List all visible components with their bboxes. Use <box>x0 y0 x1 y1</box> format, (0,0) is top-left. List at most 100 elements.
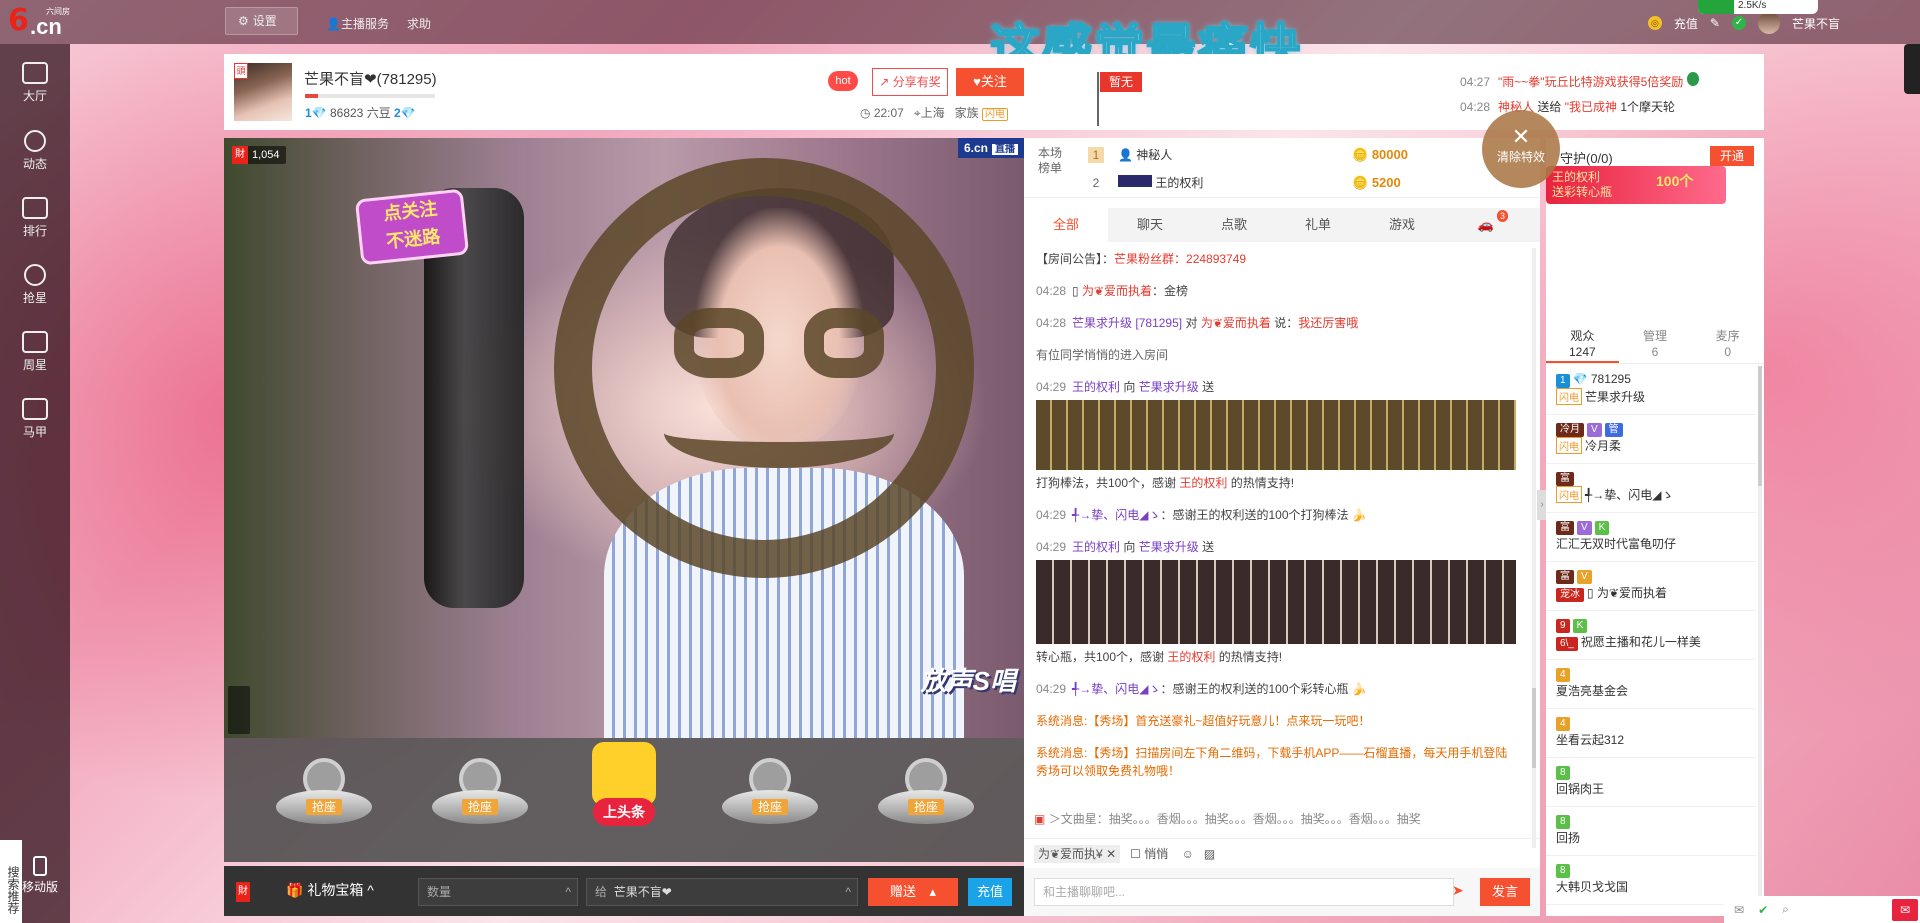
tab-admins[interactable]: 管理 6 <box>1619 324 1692 363</box>
chat-panel: 本场榜单 1 👤 神秘人 🪙 80000 2 王的权利 🪙 5200 ✕ 清除特效 全部… <box>1024 110 1560 916</box>
site-logo[interactable]: 6 .cn 六间房 <box>8 6 70 40</box>
audience-item[interactable]: 4 夏浩亮基金会 <box>1546 660 1756 709</box>
quantity-input[interactable]: 数量 ^ <box>418 878 578 906</box>
user-badges: 8 <box>1556 813 1756 829</box>
seat-slot[interactable]: 抢座 <box>432 752 528 848</box>
sidebar-item-star[interactable]: 抢星 <box>0 256 70 316</box>
msg-user[interactable]: 王的权利 <box>1072 380 1120 394</box>
sidebar-item-vest[interactable]: 马甲 <box>0 390 70 450</box>
audience-item[interactable]: 富闪电 ╃→挚、闪电◢ゝ <box>1546 464 1756 513</box>
video-logo-text: 6.cn <box>963 141 988 155</box>
msg-user[interactable]: 王的权利 <box>1072 540 1120 554</box>
chevron-up-icon: ^ <box>367 882 374 898</box>
audience-item[interactable]: 富 V 宠冰 ▯ 为❦爱而执着 <box>1546 562 1756 611</box>
flash-badge: 闪电 <box>1556 486 1582 503</box>
msg-target[interactable]: 芒果求升级 <box>1139 540 1199 554</box>
follow-button[interactable]: ♥关注 <box>956 68 1024 96</box>
search-icon[interactable]: ⌕ <box>1782 902 1789 917</box>
seat-slot[interactable]: 抢座 <box>878 752 974 848</box>
emoji-icon[interactable]: ☺ <box>1182 847 1194 861</box>
close-icon[interactable]: ✕ <box>1106 847 1116 861</box>
audience-item[interactable]: 9 K 6\_ 祝愿主播和花儿一样美 <box>1546 611 1756 660</box>
recipient-select[interactable]: 给 芒果不盲❤ ^ <box>586 878 858 906</box>
mail-icon[interactable]: ✉ <box>1734 903 1744 917</box>
clear-effects-button[interactable]: ✕ 清除特效 <box>1482 110 1560 188</box>
top-bar: 6 .cn 六间房 ⚙ 设置 👤主播服务 求助 这感觉最痛快 ◎ 充值 ✎ ✓ 芒… <box>0 0 1920 78</box>
user-name: 祝愿主播和花儿一样美 <box>1580 635 1701 649</box>
seat-slot[interactable]: 抢座 <box>276 752 372 848</box>
recharge-link[interactable]: 充值 <box>1674 15 1698 32</box>
audience-scrollbar[interactable] <box>1758 366 1762 916</box>
chat-scroll-thumb[interactable] <box>1532 688 1536 768</box>
mobile-version-button[interactable]: 移动版 <box>22 856 58 898</box>
rank-row[interactable]: 1 👤 神秘人 🪙 80000 <box>1088 142 1538 168</box>
send-plane-icon[interactable]: ➤ <box>1452 882 1464 899</box>
audience-item[interactable]: 4 坐看云起312 <box>1546 709 1756 758</box>
search-recommend[interactable]: 搜索推荐 <box>0 840 22 923</box>
flash-tag[interactable]: 闪电 <box>982 108 1009 121</box>
chat-input[interactable]: 和主播聊聊吧... <box>1034 878 1454 906</box>
family-label: 家族 <box>954 106 979 120</box>
seat-label: 抢座 <box>907 799 944 815</box>
msg-user[interactable]: 芒果求升级 <box>1072 316 1132 330</box>
user-name[interactable]: 芒果不盲 <box>1792 15 1840 32</box>
rank-row[interactable]: 2 王的权利 🪙 5200 <box>1088 170 1538 196</box>
message-icon[interactable]: ✉ <box>1892 898 1918 921</box>
target-chip[interactable]: 为❦爱而执¥ ✕ <box>1034 845 1121 863</box>
sidebar-item-hall[interactable]: 大厅 <box>0 54 70 114</box>
msg-target[interactable]: 为❦爱而执着 <box>1201 316 1271 330</box>
live-video[interactable]: 点关注 不迷路 財 1,054 6.cn 直播 放声S唱 <box>224 138 1024 738</box>
pin-flag[interactable]: 暂无 <box>1100 72 1142 92</box>
tab-car[interactable]: 🚗 3 <box>1444 208 1528 242</box>
msg-user[interactable]: 为❦爱而执着 <box>1082 284 1152 298</box>
verified-icon: ✓ <box>1731 16 1746 30</box>
audience-item[interactable]: 8 回锅肉王 <box>1546 758 1756 807</box>
host-service-link[interactable]: 👤主播服务 <box>326 15 389 32</box>
chat-tabs: 全部 聊天 点歌 礼单 游戏 🚗 3 <box>1024 208 1540 242</box>
tab-all[interactable]: 全部 <box>1024 208 1108 242</box>
wealth-icon[interactable]: 財 <box>236 882 250 902</box>
image-icon[interactable]: ▨ <box>1204 847 1215 861</box>
edit-icon[interactable]: ✎ <box>1710 16 1720 30</box>
check-icon[interactable]: ✔ <box>1758 903 1768 917</box>
whisper-checkbox[interactable]: ☐ <box>1130 847 1141 861</box>
share-button[interactable]: ↗ 分享有奖 <box>872 68 948 96</box>
say-button[interactable]: 发言 <box>1480 878 1530 906</box>
settings-button[interactable]: ⚙ 设置 <box>225 7 298 35</box>
tab-mic-queue[interactable]: 麦序 0 <box>1691 324 1764 363</box>
sidebar-item-weekly[interactable]: 周星 <box>0 323 70 383</box>
tab-games[interactable]: 游戏 <box>1360 208 1444 242</box>
video-side-controls[interactable] <box>228 686 250 734</box>
streamer-name[interactable]: 芒果不盲❤(781295) <box>304 68 437 89</box>
tab-gifts[interactable]: 礼单 <box>1276 208 1360 242</box>
send-gift-button[interactable]: 赠送 ▴ <box>868 878 958 906</box>
sidebar-item-feed[interactable]: 动态 <box>0 122 70 182</box>
chat-scrollbar[interactable] <box>1532 248 1536 848</box>
msg-user[interactable]: ╃→挚、闪电◢ゝ <box>1072 508 1160 522</box>
msg-time: 04:29 <box>1036 540 1067 554</box>
audience-item[interactable]: 富 V K 汇汇无双时代富龟叨仔 <box>1546 513 1756 562</box>
tab-songs[interactable]: 点歌 <box>1192 208 1276 242</box>
audience-item[interactable]: 1 💎 781295 闪电 芒果求升级 <box>1546 366 1756 415</box>
open-guard-button[interactable]: 开通 <box>1710 146 1754 166</box>
audience-item[interactable]: 冷月 V 管闪电 冷月柔 <box>1546 415 1756 464</box>
user-avatar[interactable] <box>1757 12 1780 34</box>
msg-target[interactable]: 芒果求升级 <box>1139 380 1199 394</box>
recharge-button[interactable]: 充值 <box>968 878 1012 906</box>
msg-user[interactable]: ╃→挚、闪电◢ゝ <box>1072 682 1160 696</box>
tab-audience[interactable]: 观众 1247 <box>1546 324 1619 363</box>
audience-scroll-thumb[interactable] <box>1758 366 1762 486</box>
gift-box-button[interactable]: 🎁 礼物宝箱 ^ <box>286 880 374 900</box>
ticker-target[interactable]: "我已成神 <box>1565 100 1617 114</box>
sidebar-item-rank[interactable]: 排行 <box>0 189 70 249</box>
tab-chat[interactable]: 聊天 <box>1108 208 1192 242</box>
headline-button[interactable]: 上头条 <box>579 738 669 848</box>
audience-item[interactable]: 8 回扬 <box>1546 807 1756 856</box>
help-link[interactable]: 求助 <box>407 15 431 32</box>
thanks-user[interactable]: 王的权利 <box>1179 476 1227 490</box>
side-tab[interactable] <box>1904 44 1920 94</box>
guard-title: 守护(0/0) <box>1560 151 1613 166</box>
thanks-user[interactable]: 王的权利 <box>1167 650 1215 664</box>
seat-slot[interactable]: 抢座 <box>722 752 818 848</box>
ticker-text[interactable]: "雨~~拳"玩丘比特游戏获得5倍奖励 <box>1498 75 1683 89</box>
